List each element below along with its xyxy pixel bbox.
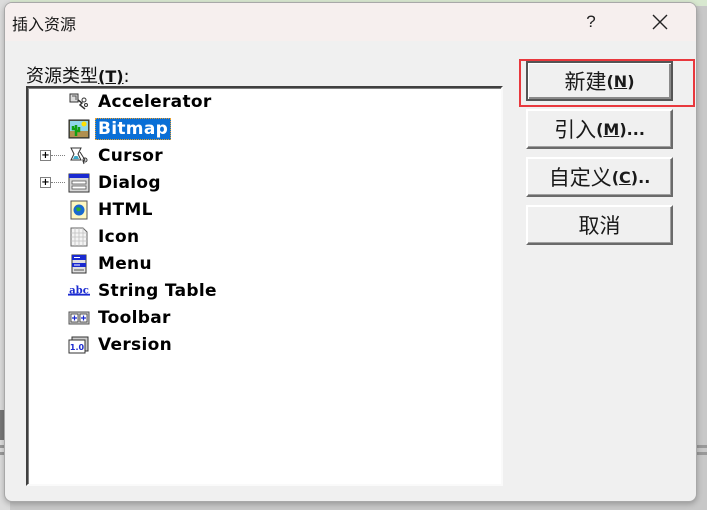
menu-icon — [68, 254, 90, 274]
accel-key: C — [619, 167, 631, 187]
tree-item-label: Menu — [98, 254, 152, 274]
resource-type-label-text: 资源类型 — [26, 66, 98, 87]
tree-item-label: Version — [98, 335, 172, 355]
help-icon: ? — [586, 12, 596, 31]
tree-item-dialog[interactable]: + Dialog — [40, 171, 164, 195]
tree-item-label: Dialog — [98, 173, 161, 193]
svg-text:1.0: 1.0 — [70, 343, 85, 352]
expand-toggle[interactable]: + — [40, 177, 51, 188]
ellipsis: ... — [626, 119, 645, 139]
icon-resource-icon — [68, 227, 90, 247]
expand-toggle[interactable]: + — [40, 150, 51, 161]
tree-item-html[interactable]: HTML — [68, 198, 156, 222]
svg-text:abc: abc — [69, 285, 89, 297]
tree-item-string-table[interactable]: abc String Table — [68, 279, 220, 303]
tree-item-label: Bitmap — [95, 118, 172, 140]
close-icon — [652, 14, 668, 30]
resource-type-label-colon: : — [123, 66, 130, 87]
custom-button[interactable]: 自定义 (C).. — [526, 157, 673, 197]
tree-item-label: String Table — [98, 281, 217, 301]
accel-key: N — [613, 71, 628, 91]
resource-type-tree[interactable]: Accelerator Bitmap + Cursor + Dialog HTM… — [26, 86, 503, 486]
tree-item-accelerator[interactable]: Accelerator — [68, 90, 215, 114]
cursor-icon — [68, 146, 90, 166]
tree-item-version[interactable]: 1.0 Version — [68, 333, 175, 357]
tree-item-label: Cursor — [98, 146, 163, 166]
tree-item-icon[interactable]: Icon — [68, 225, 142, 249]
accelerator-icon — [68, 92, 90, 112]
string-table-icon: abc — [68, 281, 90, 301]
tree-item-cursor[interactable]: + Cursor — [40, 144, 166, 168]
tree-item-label: Icon — [98, 227, 140, 247]
tree-item-label: Accelerator — [98, 92, 212, 112]
tree-item-label: HTML — [98, 200, 153, 220]
cancel-button[interactable]: 取消 — [526, 205, 673, 245]
dialog-title: 插入资源 — [12, 15, 77, 34]
bitmap-icon — [68, 119, 90, 139]
custom-button-label: 自定义 — [548, 166, 612, 190]
tree-connector — [51, 182, 65, 183]
new-button[interactable]: 新建 (N) — [526, 61, 673, 101]
resource-type-label: 资源类型(T): — [26, 62, 130, 88]
import-button-accel: (M)... — [596, 119, 645, 139]
import-button[interactable]: 引入 (M)... — [526, 109, 673, 149]
help-button[interactable]: ? — [569, 7, 613, 37]
custom-button-accel: (C).. — [611, 167, 651, 187]
new-button-accel: (N) — [606, 71, 635, 91]
resource-type-accel-key: (T) — [98, 67, 124, 86]
version-icon: 1.0 — [68, 335, 90, 355]
accel-key: M — [603, 119, 620, 139]
import-button-label: 引入 — [554, 118, 597, 142]
tree-item-bitmap[interactable]: Bitmap — [68, 117, 172, 141]
insert-resource-dialog: 插入资源 ? 资源类型(T): Accelerator Bitmap + Cur… — [4, 2, 697, 502]
close-button[interactable] — [635, 7, 685, 37]
toolbar-icon — [68, 308, 90, 328]
tree-item-toolbar[interactable]: Toolbar — [68, 306, 174, 330]
dialog-icon — [68, 173, 90, 193]
cancel-button-label: 取消 — [578, 214, 621, 238]
tree-item-label: Toolbar — [98, 308, 171, 328]
title-bar[interactable]: 插入资源 ? — [5, 3, 696, 41]
ellipsis: .. — [638, 167, 651, 187]
html-icon — [68, 200, 90, 220]
new-button-label: 新建 — [564, 70, 607, 94]
tree-connector — [51, 155, 65, 156]
tree-item-menu[interactable]: Menu — [68, 252, 155, 276]
